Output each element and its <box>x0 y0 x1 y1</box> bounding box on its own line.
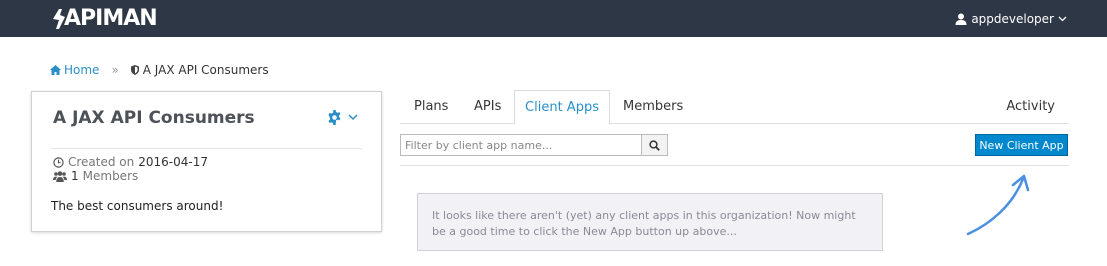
tab-apis[interactable]: APIs <box>474 90 501 124</box>
brand-logo[interactable]: APIMAN <box>50 0 158 37</box>
hint-arrow-icon <box>966 174 1030 236</box>
breadcrumb-home[interactable]: Home <box>50 63 99 77</box>
user-name: appdeveloper <box>971 11 1054 26</box>
search-icon <box>649 139 660 151</box>
tab-activity[interactable]: Activity <box>1006 90 1055 124</box>
members-label: Members <box>82 169 139 183</box>
gear-icon <box>328 110 341 125</box>
org-title: A JAX API Consumers <box>53 108 255 128</box>
filter-input[interactable] <box>400 134 642 156</box>
clock-icon <box>53 156 64 168</box>
home-icon <box>50 65 61 75</box>
brand-name: APIMAN <box>64 6 158 31</box>
breadcrumb-home-label: Home <box>64 63 100 77</box>
tab-plans[interactable]: Plans <box>414 90 448 124</box>
users-icon <box>53 170 67 182</box>
results-divider <box>400 165 1069 166</box>
org-description: The best consumers around! <box>51 199 224 213</box>
created-on-date: 2016-04-17 <box>138 155 209 169</box>
organization-card: A JAX API Consumers Created on 2016-04-1… <box>31 91 382 232</box>
org-divider <box>51 148 362 149</box>
tab-client-apps[interactable]: Client Apps <box>514 90 610 125</box>
created-on-label: Created on <box>68 155 135 169</box>
breadcrumb-current: A JAX API Consumers <box>130 63 269 77</box>
members-count: 1 <box>71 169 79 183</box>
user-icon <box>955 13 967 25</box>
client-app-filter <box>400 134 668 156</box>
chevron-down-icon <box>348 114 358 121</box>
new-client-app-button[interactable]: New Client App <box>975 134 1068 156</box>
shield-icon <box>130 65 139 75</box>
breadcrumb: Home » A JAX API Consumers <box>50 63 269 77</box>
created-on-row: Created on 2016-04-17 <box>53 155 208 169</box>
empty-state-message: It looks like there aren't (yet) any cli… <box>417 193 883 251</box>
members-row: 1 Members <box>53 169 138 183</box>
tab-members[interactable]: Members <box>623 90 683 124</box>
chevron-down-icon <box>1058 16 1067 21</box>
breadcrumb-separator: » <box>111 63 119 77</box>
org-settings-dropdown[interactable] <box>327 110 358 125</box>
user-menu[interactable]: appdeveloper <box>955 12 1067 26</box>
top-navbar: APIMAN appdeveloper <box>0 0 1107 37</box>
org-tabs: Plans APIs Client Apps Members Activity <box>400 90 1069 125</box>
search-button[interactable] <box>642 134 668 156</box>
breadcrumb-current-label: A JAX API Consumers <box>142 63 269 77</box>
